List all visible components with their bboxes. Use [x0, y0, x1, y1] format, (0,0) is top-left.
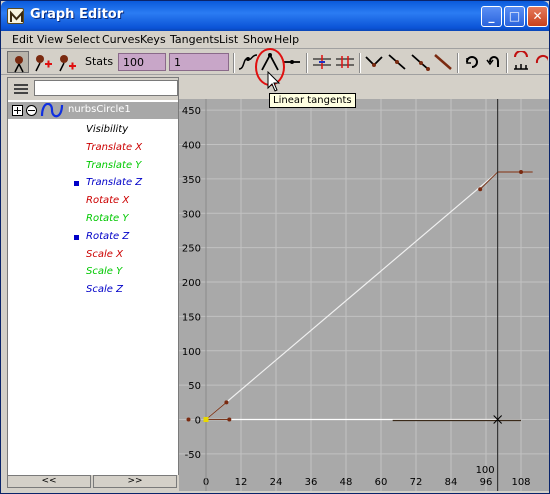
- tangent-handle-point: [224, 400, 229, 405]
- outliner-nav: << >>: [7, 475, 179, 489]
- tangent-handle-point: [227, 417, 232, 422]
- y-tick-label: 0: [195, 416, 201, 427]
- menu-show[interactable]: Show: [243, 33, 273, 46]
- y-tick-label: 250: [182, 244, 201, 255]
- time-field[interactable]: 100: [118, 53, 166, 71]
- stats-label: Stats: [85, 55, 114, 68]
- toolbar-separator: [506, 53, 508, 73]
- x-tick-label: 12: [235, 477, 248, 488]
- value-field[interactable]: 1: [169, 53, 229, 71]
- break-tangents-icon[interactable]: [363, 51, 385, 73]
- menu-curves[interactable]: Curves: [102, 33, 140, 46]
- y-tick-label: 200: [182, 278, 201, 289]
- undo-icon[interactable]: [483, 51, 505, 73]
- filter-toggle-icon[interactable]: [12, 81, 30, 100]
- attribute-selected-icon: [74, 234, 79, 240]
- menu-edit[interactable]: Edit: [12, 33, 33, 46]
- y-tick-label: 150: [182, 312, 201, 323]
- y-tick-label: 100: [182, 347, 201, 358]
- toolbar-separator: [233, 53, 235, 73]
- maya-app-icon: [7, 8, 24, 24]
- graph-canvas[interactable]: 0 12 24 36 48 60 72 84 96 108 450 400 350 300 250 200 15…: [179, 99, 549, 491]
- attribute-item[interactable]: Scale X: [86, 249, 123, 260]
- menu-list[interactable]: List: [219, 33, 238, 46]
- nurbs-curve-icon: [40, 102, 64, 121]
- y-tick-label: -50: [185, 450, 201, 461]
- tangent-handle-point: [186, 417, 191, 422]
- attribute-item[interactable]: Visibility: [86, 124, 128, 135]
- attribute-item[interactable]: Rotate X: [86, 195, 129, 206]
- menu-help[interactable]: Help: [274, 33, 299, 46]
- x-tick-label: 72: [410, 477, 423, 488]
- free-tangent-weight-icon[interactable]: [409, 51, 431, 73]
- attribute-item[interactable]: Translate X: [86, 142, 142, 153]
- collapse-icon[interactable]: [26, 105, 37, 119]
- outliner-node-row[interactable]: nurbsCircle1: [8, 102, 178, 119]
- normalize-icon[interactable]: [510, 50, 532, 73]
- x-tick-label: 36: [305, 477, 318, 488]
- graph-view[interactable]: 0 12 24 36 48 60 72 84 96 108 450 400 350 300 250 200 15…: [179, 99, 549, 491]
- attribute-item[interactable]: Rotate Y: [86, 213, 128, 224]
- outliner-filter-row: [8, 78, 178, 100]
- x-tick-label: 24: [270, 477, 283, 488]
- y-tick-label: 300: [182, 209, 201, 220]
- add-key-tool-icon[interactable]: [55, 51, 77, 73]
- menu-select[interactable]: Select: [66, 33, 100, 46]
- menu-view[interactable]: View: [37, 33, 63, 46]
- node-label: nurbsCircle1: [68, 104, 131, 115]
- window-title: Graph Editor: [30, 7, 124, 22]
- current-frame-label: 100: [476, 465, 495, 476]
- x-tick-label: 84: [445, 477, 458, 488]
- linear-tangents-tooltip: Linear tangents: [269, 93, 356, 108]
- plateau-tangents-icon[interactable]: [334, 51, 356, 73]
- toolbar-separator: [306, 53, 308, 73]
- attribute-item[interactable]: Rotate Z: [86, 231, 129, 242]
- attribute-item[interactable]: Translate Z: [86, 177, 142, 188]
- menu-tangents[interactable]: Tangents: [170, 33, 219, 46]
- minimize-button[interactable]: _: [481, 6, 502, 27]
- keyframe-point: [203, 417, 209, 422]
- unify-tangents-icon[interactable]: [386, 51, 408, 73]
- buffer-curve-icon[interactable]: [532, 51, 548, 73]
- tangent-handle-point: [478, 187, 483, 192]
- linear-curve: [205, 171, 499, 420]
- next-button[interactable]: >>: [93, 475, 177, 488]
- insert-key-tool-icon[interactable]: [31, 51, 53, 73]
- cycle-icon[interactable]: [461, 51, 483, 73]
- menu-keys[interactable]: Keys: [140, 33, 166, 46]
- prev-button[interactable]: <<: [7, 475, 91, 488]
- close-button[interactable]: ✕: [527, 6, 548, 27]
- x-tick-label: 60: [375, 477, 388, 488]
- move-key-tool-icon[interactable]: [7, 51, 29, 73]
- attribute-item[interactable]: Scale Y: [86, 266, 122, 277]
- x-tick-label: 108: [511, 477, 530, 488]
- tangent-handle: [205, 401, 227, 420]
- tangent-handle-point: [519, 170, 524, 175]
- menu-bar: Edit View Select Curves Keys Tangents Li…: [1, 31, 549, 49]
- attribute-item[interactable]: Scale Z: [86, 284, 123, 295]
- title-bar[interactable]: Graph Editor _ □ ✕: [1, 1, 549, 31]
- attribute-selected-icon: [74, 181, 79, 187]
- y-tick-label: 400: [182, 141, 201, 152]
- tangent-handle: [479, 171, 499, 190]
- lock-tangent-weight-icon[interactable]: [432, 51, 454, 73]
- outliner-panel: nurbsCircle1 Visibility Translate X Transl…: [7, 77, 179, 484]
- y-tick-label: 50: [188, 381, 201, 392]
- y-tick-label: 350: [182, 175, 201, 186]
- toolbar-separator: [457, 53, 459, 73]
- graph-editor-window: Graph Editor _ □ ✕ Edit View Select Curv…: [0, 0, 550, 494]
- x-tick-label: 96: [480, 477, 493, 488]
- attribute-item[interactable]: Translate Y: [86, 160, 141, 171]
- y-tick-label: 450: [182, 106, 201, 117]
- maximize-button[interactable]: □: [504, 6, 525, 27]
- x-tick-label: 48: [340, 477, 353, 488]
- outliner-search-input[interactable]: [34, 80, 178, 96]
- expand-icon[interactable]: [12, 105, 23, 119]
- toolbar-separator: [359, 53, 361, 73]
- flat-tangents-icon[interactable]: [311, 51, 333, 73]
